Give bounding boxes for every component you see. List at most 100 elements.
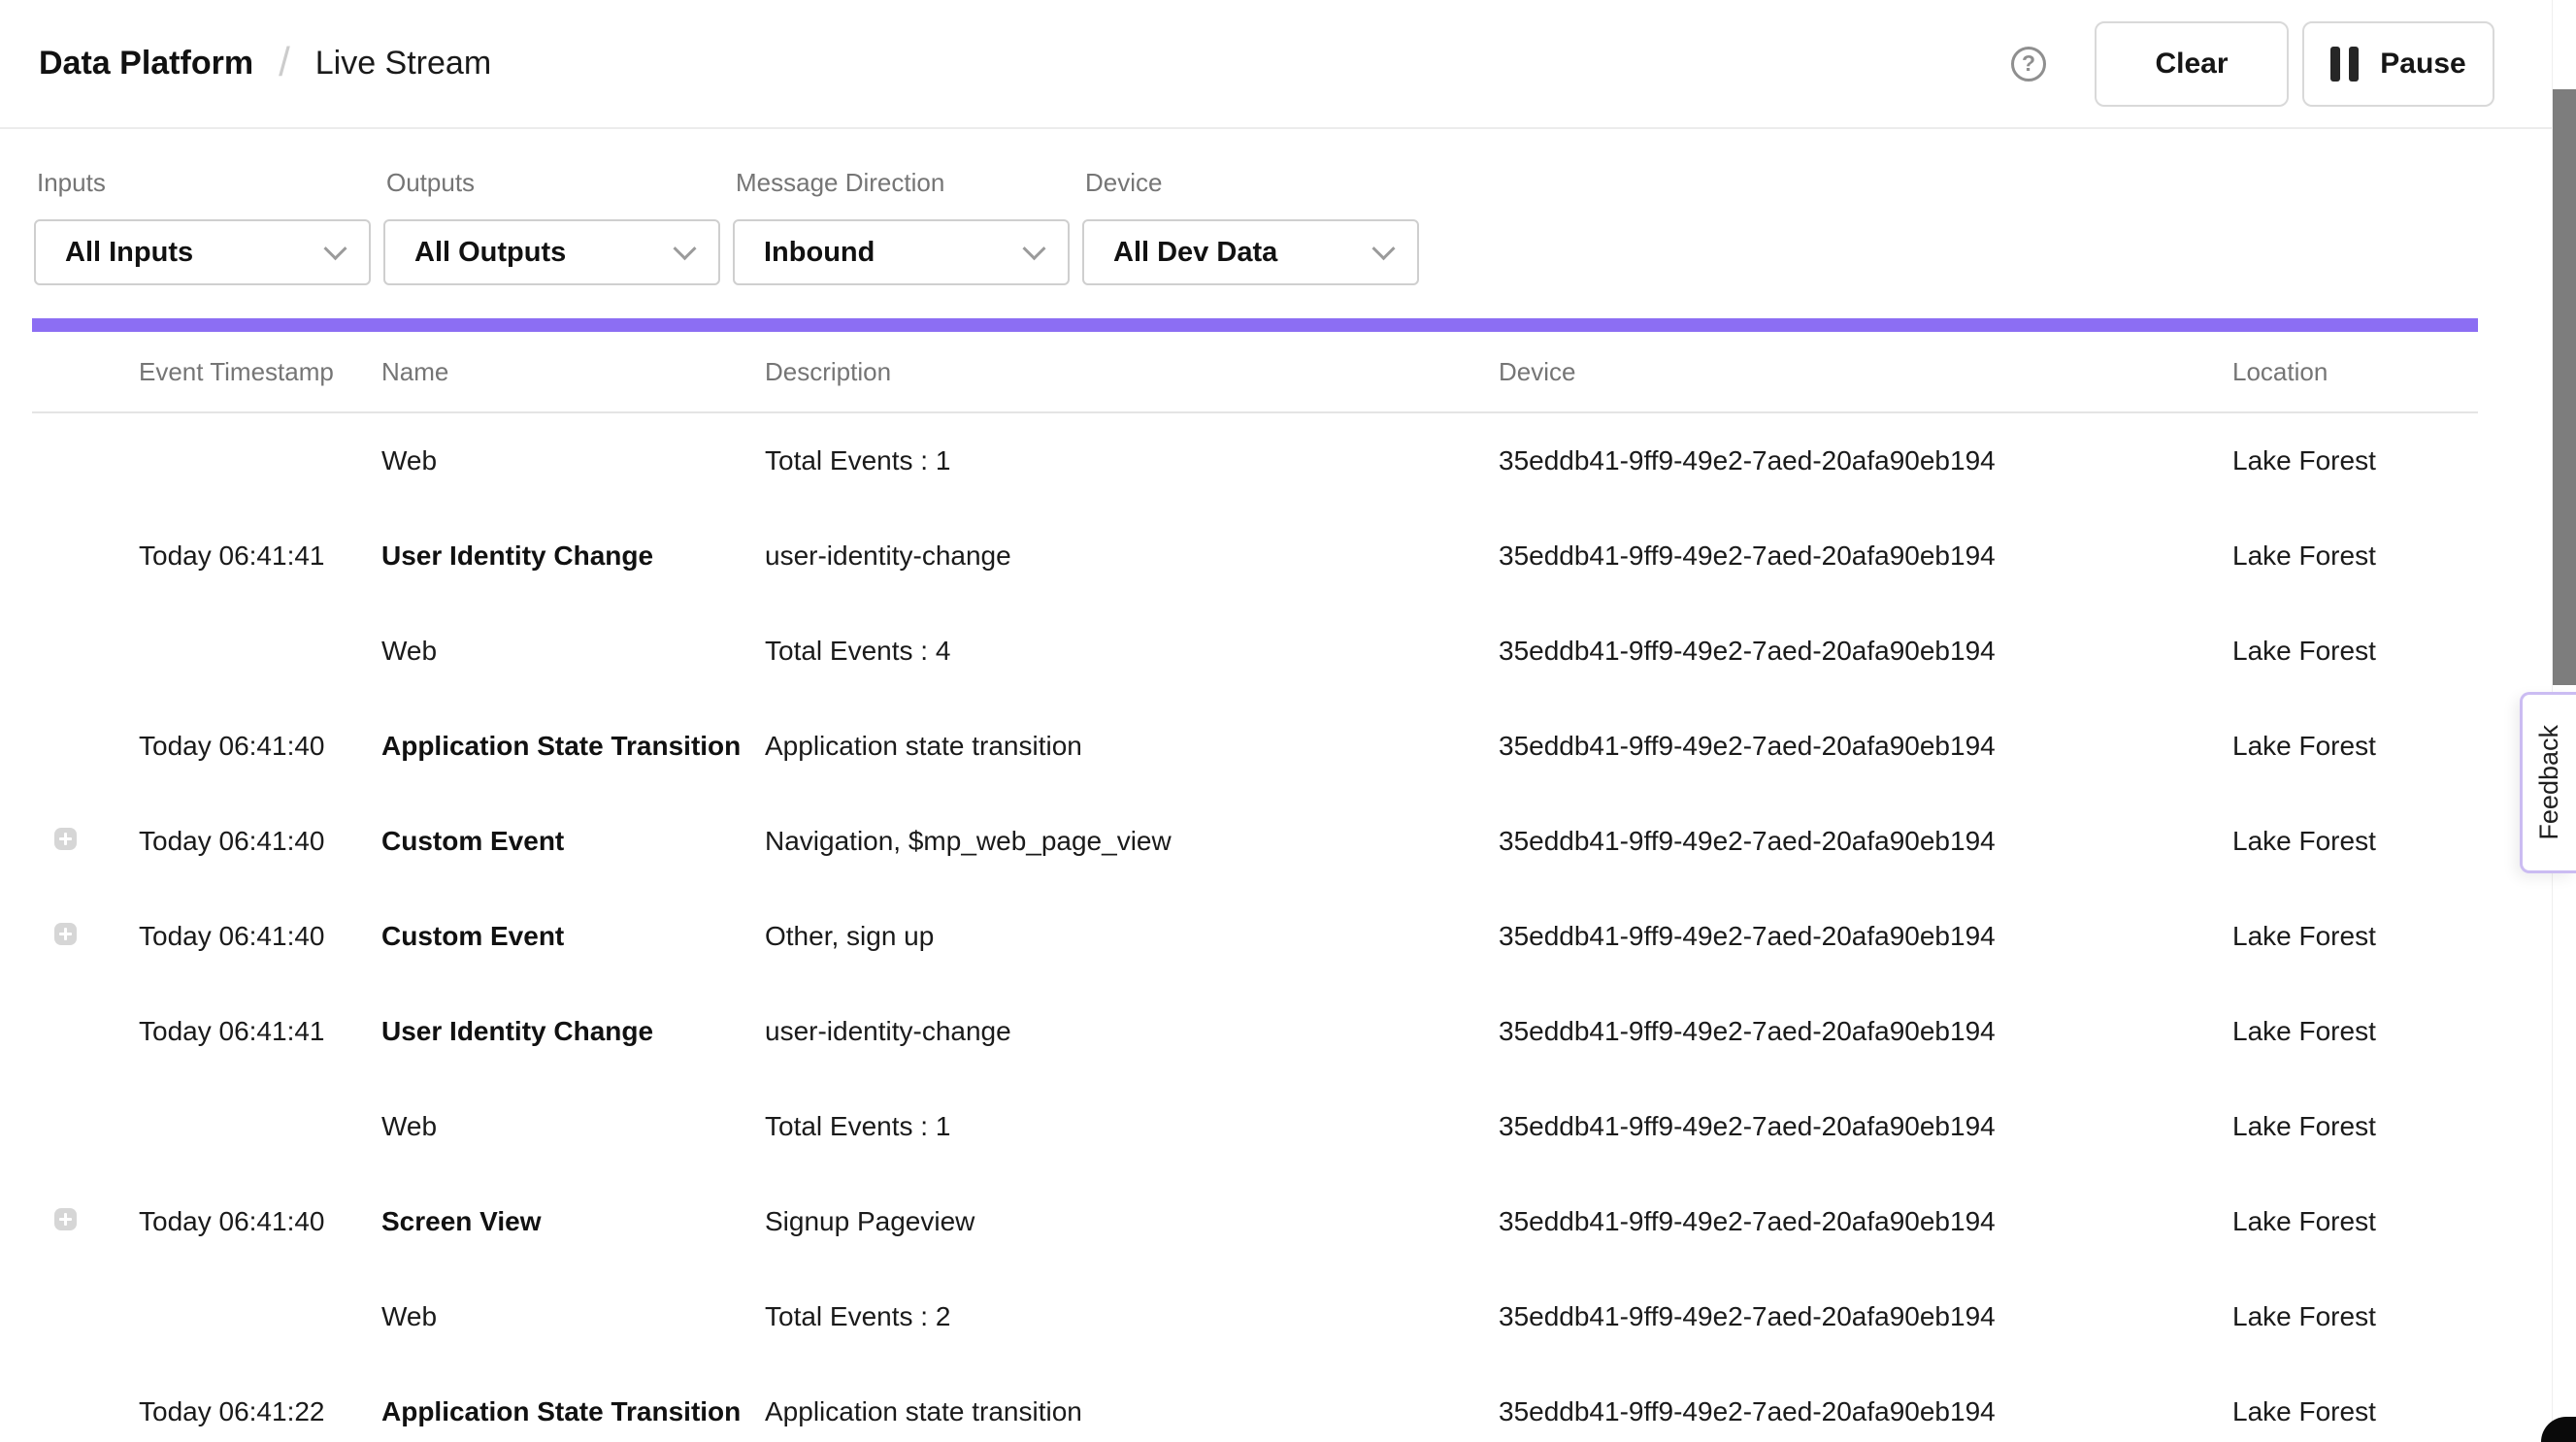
cell-timestamp: Today 06:41:40 (139, 921, 381, 952)
column-header-name: Name (381, 357, 765, 387)
cell-timestamp: Today 06:41:40 (139, 731, 381, 762)
cell-name: Web (381, 445, 765, 476)
message-direction-dropdown-value: Inbound (764, 237, 875, 269)
breadcrumb-section[interactable]: Data Platform (39, 45, 253, 82)
cell-name: Custom Event (381, 826, 765, 857)
cell-description: Total Events : 2 (765, 1301, 1499, 1332)
cell-description: Other, sign up (765, 921, 1499, 952)
filter-inputs-label: Inputs (34, 168, 371, 198)
inputs-dropdown[interactable]: All Inputs (34, 219, 371, 285)
cell-device: 35eddb41-9ff9-49e2-7aed-20afa90eb194 (1499, 1206, 2232, 1237)
cell-description: Total Events : 4 (765, 636, 1499, 667)
expand-plus-icon[interactable] (54, 828, 77, 850)
cell-description: Navigation, $mp_web_page_view (765, 826, 1499, 857)
cell-device: 35eddb41-9ff9-49e2-7aed-20afa90eb194 (1499, 1111, 2232, 1142)
accent-divider (32, 318, 2478, 332)
table-row[interactable]: Today 06:41:40 Custom Event Navigation, … (0, 794, 2576, 889)
cell-description: Total Events : 1 (765, 445, 1499, 476)
chevron-down-icon (1371, 237, 1395, 260)
cell-name: Application State Transition (381, 1396, 765, 1427)
row-expand-cell (0, 921, 139, 952)
filter-inputs: Inputs All Inputs (34, 168, 371, 285)
cell-description: Signup Pageview (765, 1206, 1499, 1237)
table-row[interactable]: Web Total Events : 1 35eddb41-9ff9-49e2-… (0, 1079, 2576, 1174)
table-row[interactable]: Today 06:41:40 Application State Transit… (0, 699, 2576, 794)
filter-bar: Inputs All Inputs Outputs All Outputs Me… (0, 129, 2576, 285)
clear-button[interactable]: Clear (2095, 21, 2289, 107)
outputs-dropdown[interactable]: All Outputs (383, 219, 720, 285)
feedback-tab[interactable]: Feedback (2520, 692, 2576, 873)
cell-location: Lake Forest (2232, 541, 2576, 572)
table-row[interactable]: Today 06:41:22 Application State Transit… (0, 1364, 2576, 1442)
cell-device: 35eddb41-9ff9-49e2-7aed-20afa90eb194 (1499, 921, 2232, 952)
cell-device: 35eddb41-9ff9-49e2-7aed-20afa90eb194 (1499, 826, 2232, 857)
row-expand-cell (0, 826, 139, 857)
row-expand-cell (0, 1301, 139, 1332)
table-row[interactable]: Web Total Events : 4 35eddb41-9ff9-49e2-… (0, 604, 2576, 699)
device-dropdown-value: All Dev Data (1113, 237, 1277, 269)
row-expand-cell (0, 731, 139, 762)
cell-timestamp: Today 06:41:41 (139, 541, 381, 572)
cell-device: 35eddb41-9ff9-49e2-7aed-20afa90eb194 (1499, 636, 2232, 667)
cell-device: 35eddb41-9ff9-49e2-7aed-20afa90eb194 (1499, 1301, 2232, 1332)
table-row[interactable]: Today 06:41:40 Screen View Signup Pagevi… (0, 1174, 2576, 1269)
scrollbar-thumb[interactable] (2553, 89, 2576, 685)
cell-timestamp: Today 06:41:40 (139, 826, 381, 857)
clear-button-label: Clear (2155, 48, 2228, 81)
cell-name: User Identity Change (381, 541, 765, 572)
chevron-down-icon (323, 237, 347, 260)
cell-location: Lake Forest (2232, 636, 2576, 667)
row-expand-cell (0, 1111, 139, 1142)
table-row[interactable]: Web Total Events : 1 35eddb41-9ff9-49e2-… (0, 413, 2576, 508)
row-expand-cell (0, 1206, 139, 1237)
cell-timestamp: Today 06:41:22 (139, 1396, 381, 1427)
row-expand-cell (0, 445, 139, 476)
header-actions: ? Clear Pause (2011, 21, 2494, 107)
filter-device: Device All Dev Data (1082, 168, 1419, 285)
cell-description: user-identity-change (765, 541, 1499, 572)
row-expand-cell (0, 636, 139, 667)
row-expand-cell (0, 1016, 139, 1047)
cell-name: Application State Transition (381, 731, 765, 762)
cell-location: Lake Forest (2232, 1396, 2576, 1427)
table-row[interactable]: Today 06:41:41 User Identity Change user… (0, 508, 2576, 604)
chevron-down-icon (1022, 237, 1045, 260)
expand-plus-icon[interactable] (54, 1208, 77, 1230)
page-header: Data Platform / Live Stream ? Clear Paus… (0, 0, 2576, 129)
cell-timestamp: Today 06:41:40 (139, 1206, 381, 1237)
pause-button-label: Pause (2380, 48, 2465, 81)
breadcrumb: Data Platform / Live Stream (39, 41, 491, 87)
chevron-down-icon (673, 237, 696, 260)
expand-plus-icon[interactable] (54, 923, 77, 945)
help-icon[interactable]: ? (2011, 47, 2046, 82)
cell-name: Screen View (381, 1206, 765, 1237)
cell-name: Custom Event (381, 921, 765, 952)
cell-location: Lake Forest (2232, 1301, 2576, 1332)
inputs-dropdown-value: All Inputs (65, 237, 193, 269)
cell-device: 35eddb41-9ff9-49e2-7aed-20afa90eb194 (1499, 731, 2232, 762)
cell-name: User Identity Change (381, 1016, 765, 1047)
pause-icon (2330, 47, 2359, 82)
column-header-device: Device (1499, 357, 2232, 387)
table-row[interactable]: Web Total Events : 2 35eddb41-9ff9-49e2-… (0, 1269, 2576, 1364)
page-title: Live Stream (315, 45, 491, 82)
cell-description: Application state transition (765, 731, 1499, 762)
message-direction-dropdown[interactable]: Inbound (733, 219, 1070, 285)
outputs-dropdown-value: All Outputs (414, 237, 566, 269)
device-dropdown[interactable]: All Dev Data (1082, 219, 1419, 285)
cell-description: Application state transition (765, 1396, 1499, 1427)
filter-device-label: Device (1082, 168, 1419, 198)
pause-button[interactable]: Pause (2302, 21, 2494, 107)
table-row[interactable]: Today 06:41:41 User Identity Change user… (0, 984, 2576, 1079)
cell-device: 35eddb41-9ff9-49e2-7aed-20afa90eb194 (1499, 1396, 2232, 1427)
cell-device: 35eddb41-9ff9-49e2-7aed-20afa90eb194 (1499, 445, 2232, 476)
cell-device: 35eddb41-9ff9-49e2-7aed-20afa90eb194 (1499, 1016, 2232, 1047)
table-row[interactable]: Today 06:41:40 Custom Event Other, sign … (0, 889, 2576, 984)
table-body: Web Total Events : 1 35eddb41-9ff9-49e2-… (0, 413, 2576, 1442)
filter-outputs: Outputs All Outputs (383, 168, 720, 285)
cell-location: Lake Forest (2232, 1016, 2576, 1047)
column-header-location: Location (2232, 357, 2478, 387)
row-expand-cell (0, 1396, 139, 1427)
cell-location: Lake Forest (2232, 921, 2576, 952)
cell-description: Total Events : 1 (765, 1111, 1499, 1142)
